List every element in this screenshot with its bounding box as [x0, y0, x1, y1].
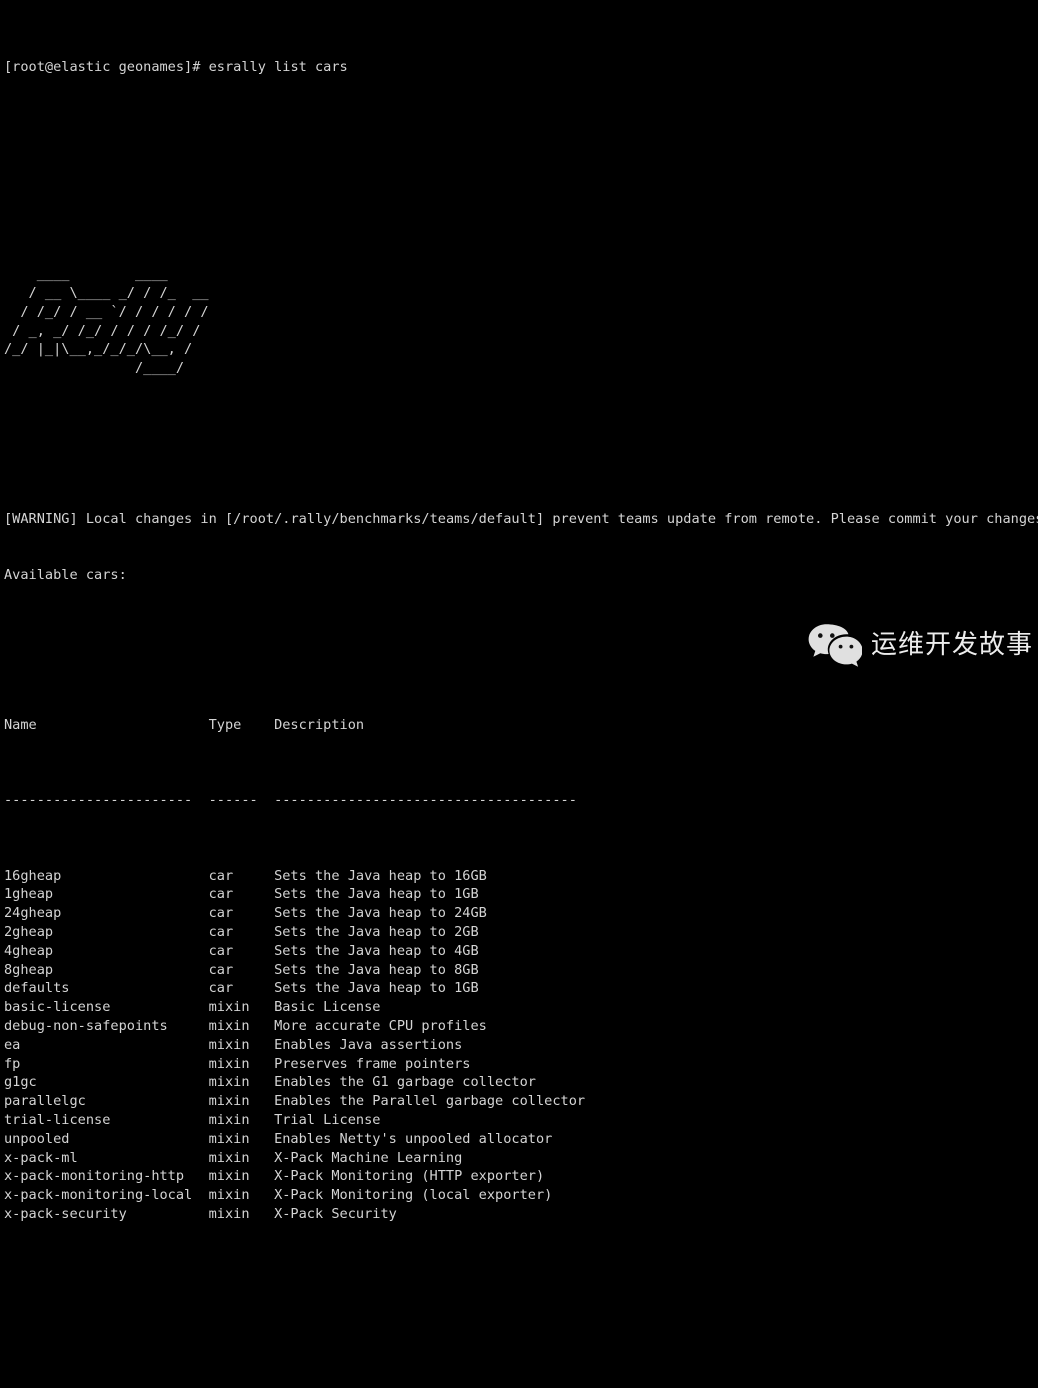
blank-line — [4, 641, 1038, 660]
cell-type: car — [209, 961, 274, 980]
column-header-name: Name — [4, 716, 209, 735]
cell-type: mixin — [209, 1073, 274, 1092]
table-row: 2gheapcarSets the Java heap to 2GB — [4, 923, 1038, 942]
cell-description: Sets the Java heap to 1GB — [274, 979, 479, 998]
cell-description: Preserves frame pointers — [274, 1055, 470, 1074]
cars-table-body: 16gheapcarSets the Java heap to 16GB1ghe… — [4, 867, 1038, 1224]
cell-name: ea — [4, 1036, 209, 1055]
column-header-description: Description — [274, 716, 364, 735]
cell-name: 4gheap — [4, 942, 209, 961]
table-row: eamixinEnables Java assertions — [4, 1036, 1038, 1055]
cell-description: Enables Java assertions — [274, 1036, 462, 1055]
table-row: x-pack-mlmixinX-Pack Machine Learning — [4, 1149, 1038, 1168]
cell-description: Sets the Java heap to 2GB — [274, 923, 479, 942]
cell-description: Enables the Parallel garbage collector — [274, 1092, 585, 1111]
warning-message: [WARNING] Local changes in [/root/.rally… — [4, 510, 1038, 529]
cell-description: Sets the Java heap to 24GB — [274, 904, 487, 923]
blank-line — [4, 1337, 1038, 1356]
cell-type: mixin — [209, 1186, 274, 1205]
cell-description: X-Pack Monitoring (local exporter) — [274, 1186, 552, 1205]
table-header-row: NameTypeDescription — [4, 716, 1038, 735]
cell-name: x-pack-monitoring-http — [4, 1167, 209, 1186]
cell-name: unpooled — [4, 1130, 209, 1149]
table-row: fpmixinPreserves frame pointers — [4, 1055, 1038, 1074]
cell-type: mixin — [209, 1036, 274, 1055]
cell-name: 16gheap — [4, 867, 209, 886]
blank-line — [4, 190, 1038, 209]
cell-description: Sets the Java heap to 1GB — [274, 885, 479, 904]
cell-description: Enables Netty's unpooled allocator — [274, 1130, 552, 1149]
cell-type: car — [209, 904, 274, 923]
shell-prompt-line: [root@elastic geonames]# esrally list ca… — [4, 58, 1038, 77]
cell-name: x-pack-security — [4, 1205, 209, 1224]
cell-description: X-Pack Security — [274, 1205, 397, 1224]
cell-name: 1gheap — [4, 885, 209, 904]
cell-description: Sets the Java heap to 16GB — [274, 867, 487, 886]
column-header-type: Type — [209, 716, 274, 735]
blank-line — [4, 434, 1038, 453]
cell-description: Enables the G1 garbage collector — [274, 1073, 536, 1092]
cell-name: g1gc — [4, 1073, 209, 1092]
cell-name: fp — [4, 1055, 209, 1074]
cell-name: 8gheap — [4, 961, 209, 980]
cell-description: More accurate CPU profiles — [274, 1017, 487, 1036]
table-row: debug-non-safepointsmixinMore accurate C… — [4, 1017, 1038, 1036]
blank-line — [4, 1280, 1038, 1299]
table-row: 4gheapcarSets the Java heap to 4GB — [4, 942, 1038, 961]
cell-name: defaults — [4, 979, 209, 998]
table-row: x-pack-securitymixinX-Pack Security — [4, 1205, 1038, 1224]
cell-name: basic-license — [4, 998, 209, 1017]
table-row: 1gheapcarSets the Java heap to 1GB — [4, 885, 1038, 904]
table-row: unpooledmixinEnables Netty's unpooled al… — [4, 1130, 1038, 1149]
table-row: trial-licensemixinTrial License — [4, 1111, 1038, 1130]
table-row: defaultscarSets the Java heap to 1GB — [4, 979, 1038, 998]
separator-name: ----------------------- — [4, 791, 209, 810]
rally-ascii-logo: ____ ____ / __ \____ _/ / /_ __ / /_/ / … — [4, 265, 1038, 378]
table-row: 24gheapcarSets the Java heap to 24GB — [4, 904, 1038, 923]
cell-name: debug-non-safepoints — [4, 1017, 209, 1036]
cell-type: car — [209, 867, 274, 886]
table-row: x-pack-monitoring-httpmixinX-Pack Monito… — [4, 1167, 1038, 1186]
table-row: parallelgcmixinEnables the Parallel garb… — [4, 1092, 1038, 1111]
table-row: x-pack-monitoring-localmixinX-Pack Monit… — [4, 1186, 1038, 1205]
cell-type: mixin — [209, 1167, 274, 1186]
cell-description: Basic License — [274, 998, 380, 1017]
cell-type: mixin — [209, 1055, 274, 1074]
cell-type: mixin — [209, 1092, 274, 1111]
cell-description: Trial License — [274, 1111, 380, 1130]
cell-description: X-Pack Monitoring (HTTP exporter) — [274, 1167, 544, 1186]
cell-type: car — [209, 979, 274, 998]
cell-type: car — [209, 885, 274, 904]
cell-type: car — [209, 923, 274, 942]
separator-description: ------------------------------------- — [274, 791, 577, 810]
table-row: g1gcmixinEnables the G1 garbage collecto… — [4, 1073, 1038, 1092]
table-header-separator-row: ----------------------------------------… — [4, 791, 1038, 810]
cell-name: x-pack-ml — [4, 1149, 209, 1168]
cell-name: 2gheap — [4, 923, 209, 942]
cell-name: 24gheap — [4, 904, 209, 923]
cell-type: mixin — [209, 1111, 274, 1130]
cell-name: parallelgc — [4, 1092, 209, 1111]
separator-type: ------ — [209, 791, 274, 810]
cell-description: X-Pack Machine Learning — [274, 1149, 462, 1168]
cell-name: x-pack-monitoring-local — [4, 1186, 209, 1205]
cell-type: mixin — [209, 998, 274, 1017]
table-row: 8gheapcarSets the Java heap to 8GB — [4, 961, 1038, 980]
cell-type: mixin — [209, 1017, 274, 1036]
table-row: 16gheapcarSets the Java heap to 16GB — [4, 867, 1038, 886]
available-cars-label: Available cars: — [4, 566, 1038, 585]
cell-description: Sets the Java heap to 8GB — [274, 961, 479, 980]
cell-type: mixin — [209, 1205, 274, 1224]
terminal-screen[interactable]: [root@elastic geonames]# esrally list ca… — [0, 0, 1038, 694]
cell-type: mixin — [209, 1149, 274, 1168]
cell-name: trial-license — [4, 1111, 209, 1130]
blank-line — [4, 134, 1038, 153]
cell-type: car — [209, 942, 274, 961]
cell-description: Sets the Java heap to 4GB — [274, 942, 479, 961]
table-row: basic-licensemixinBasic License — [4, 998, 1038, 1017]
cell-type: mixin — [209, 1130, 274, 1149]
